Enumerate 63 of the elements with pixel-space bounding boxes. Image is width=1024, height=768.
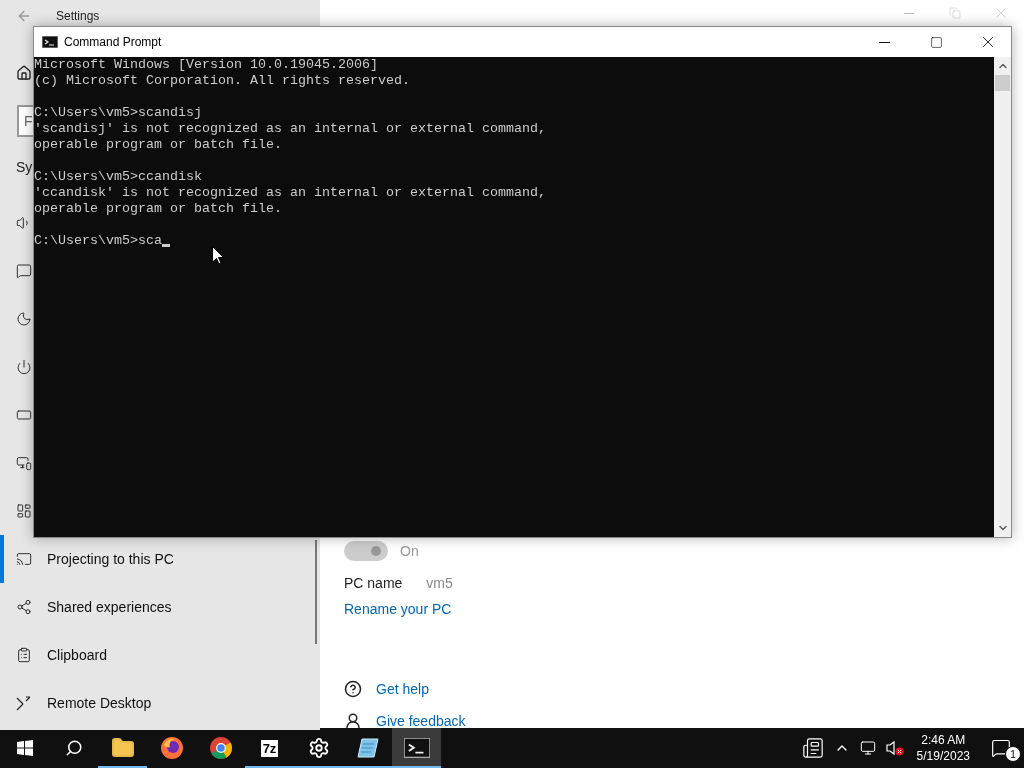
help-icon [344, 680, 362, 698]
sidebar-icon [16, 551, 32, 567]
console-line: operable program or batch file. [34, 137, 282, 153]
sidebar-item-icon[interactable] [16, 503, 32, 519]
search-field[interactable]: F [17, 105, 33, 137]
restore-icon [949, 7, 961, 19]
newspaper-icon [801, 737, 824, 759]
sidebar-item[interactable]: Remote Desktop [0, 679, 320, 727]
windows-logo-icon [16, 740, 33, 756]
console-icon [42, 36, 58, 48]
sidebar-icon [16, 599, 32, 615]
window-title: Settings [56, 9, 100, 23]
folder-icon [110, 736, 135, 760]
mouse-pointer-icon [212, 246, 224, 265]
console-line: 'ccandisk' is not recognized as an internal or external command, [34, 185, 546, 201]
console-line: C:\Users\vm5>sca [34, 233, 162, 249]
pc-name-label: PC name [344, 575, 403, 591]
terminal-icon [403, 738, 430, 758]
rename-link[interactable]: Rename your PC [344, 601, 452, 617]
fox-globe-icon [159, 736, 184, 760]
scrollbar[interactable] [315, 540, 317, 644]
help-link[interactable]: Get help [376, 681, 429, 697]
console-line: C:\Users\vm5>ccandisk [34, 169, 202, 185]
notification-count: 1 [1005, 746, 1021, 762]
console-line: (c) Microsoft Corporation. All rights reserved. [34, 73, 410, 89]
text-cursor [162, 244, 170, 247]
notifications-button[interactable]: 1 [978, 728, 1024, 768]
help-link[interactable]: Give feedback [376, 713, 466, 729]
taskbar-button[interactable] [392, 728, 441, 768]
sidebar-item[interactable]: Clipboard [0, 631, 320, 679]
pc-name-value: vm5 [426, 575, 453, 591]
minimize-icon [878, 41, 890, 43]
maximize-icon [929, 35, 943, 49]
settings-icon [307, 737, 330, 759]
console-line: Microsoft Windows [Version 10.0.19045.2006] [34, 57, 378, 73]
monitor-icon [859, 740, 876, 756]
archiver-logo: 7z [260, 739, 279, 757]
muted-speaker-icon [885, 740, 904, 756]
remote-desktop-icon [16, 695, 32, 711]
speech-bubble-icon [991, 738, 1011, 758]
home-icon[interactable] [16, 65, 32, 81]
chrome-logo-icon [208, 736, 233, 760]
minimize-icon [904, 12, 914, 14]
scrollbar[interactable] [994, 57, 1011, 537]
taskbar-button[interactable]: 7z [245, 728, 294, 768]
sidebar-icon [16, 647, 32, 663]
sidebar-item-icon[interactable] [16, 455, 32, 471]
toggle-label: On [400, 543, 419, 559]
console-line: C:\Users\vm5>scandisj [34, 105, 202, 121]
sidebar-item-icon[interactable] [16, 263, 32, 279]
sidebar-item[interactable]: Shared experiences [0, 583, 320, 631]
section-heading: Sy [16, 159, 33, 175]
sidebar-item-icon[interactable] [16, 359, 32, 375]
window-title: Command Prompt [64, 35, 163, 49]
sidebar-item-icon[interactable] [16, 407, 32, 423]
sidebar-item-icon[interactable] [16, 311, 32, 327]
console-line: operable program or batch file. [34, 201, 282, 217]
notepad-icon [355, 736, 380, 760]
console-line: 'scandisj' is not recognized as an internal or external command, [34, 121, 546, 137]
search-icon [64, 739, 83, 757]
clock[interactable]: 2:46 AM 5/19/2023 [908, 728, 978, 768]
sidebar-item[interactable]: Projecting to this PC [0, 535, 320, 583]
scroll-thumb[interactable] [995, 75, 1010, 91]
